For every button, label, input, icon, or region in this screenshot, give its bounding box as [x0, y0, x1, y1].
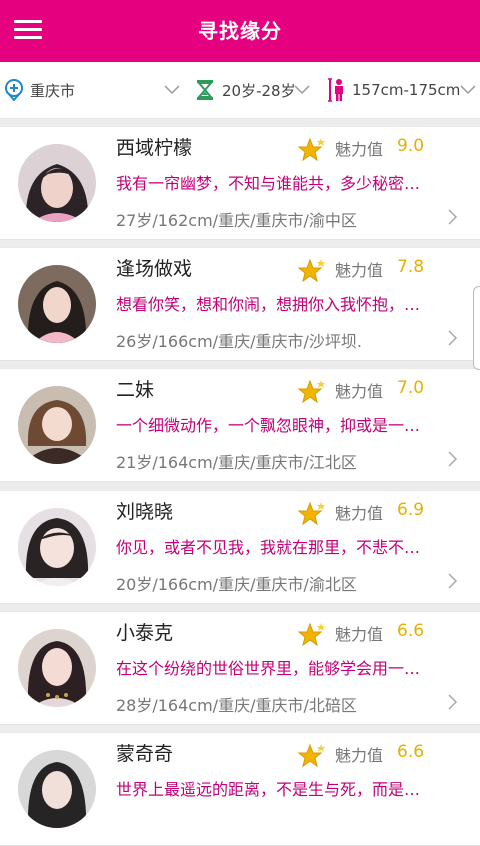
age-filter[interactable]: 20岁-28岁	[196, 62, 296, 118]
avatar	[18, 508, 96, 586]
user-card[interactable]: 刘晓晓 魅力值 6.9 你见，或者不见我，我就在那里，不悲不… 20岁/166c…	[0, 490, 480, 604]
height-person-icon	[328, 78, 343, 102]
user-name: 二妹	[116, 379, 155, 401]
charm-label: 魅力值	[335, 625, 384, 644]
height-filter-label: 157cm-175cm	[352, 81, 461, 99]
charm-label: 魅力值	[335, 382, 384, 401]
charm-value: 7.8	[397, 257, 425, 277]
age-filter-label: 20岁-28岁	[222, 81, 296, 100]
city-filter-label: 重庆市	[30, 81, 76, 100]
user-info: 27岁/162cm/重庆/重庆市/渝中区	[116, 211, 357, 230]
chevron-down-icon[interactable]	[164, 85, 180, 95]
star-icon	[297, 622, 325, 647]
charm-label: 魅力值	[335, 140, 384, 159]
page-title: 寻找缘分	[198, 19, 282, 43]
charm-value: 6.6	[397, 742, 425, 762]
avatar	[18, 386, 96, 464]
city-filter[interactable]: 重庆市	[4, 62, 75, 118]
charm-label: 魅力值	[335, 261, 384, 280]
user-card[interactable]: 蒙奇奇 魅力值 6.6 世界上最遥远的距离，不是生与死，而是…	[0, 732, 480, 846]
user-info: 26岁/166cm/重庆/重庆市/沙坪坝.	[116, 332, 362, 351]
charm-label: 魅力值	[335, 746, 384, 765]
user-name: 西域柠檬	[116, 137, 193, 159]
avatar	[18, 750, 96, 828]
charm-value: 6.9	[397, 500, 425, 520]
user-card[interactable]: 西域柠檬 魅力值 9.0 我有一帘幽梦，不知与谁能共，多少秘密… 27岁/162…	[0, 126, 480, 240]
star-icon	[297, 258, 325, 283]
user-card[interactable]: 小泰克 魅力值 6.6 在这个纷绕的世俗世界里，能够学会用一… 28岁/164c…	[0, 611, 480, 725]
user-info: 28岁/164cm/重庆/重庆市/北碚区	[116, 696, 357, 715]
avatar	[18, 144, 96, 222]
filter-bar: 重庆市 20岁-28岁 157cm-175cm	[0, 62, 480, 119]
user-motto: 一个细微动作，一个飘忽眼神，抑或是一…	[116, 416, 421, 435]
chevron-right-icon[interactable]	[448, 451, 458, 467]
chevron-right-icon[interactable]	[448, 694, 458, 710]
user-card[interactable]: 逢场做戏 魅力值 7.8 想看你笑，想和你闹，想拥你入我怀抱，… 26岁/166…	[0, 247, 480, 361]
scroll-indicator[interactable]	[473, 286, 480, 370]
charm-value: 6.6	[397, 621, 425, 641]
hourglass-icon	[196, 80, 214, 100]
chevron-down-icon[interactable]	[460, 85, 476, 95]
charm-value: 9.0	[397, 136, 425, 156]
chevron-down-icon[interactable]	[294, 85, 310, 95]
height-filter[interactable]: 157cm-175cm	[328, 62, 460, 118]
charm-label: 魅力值	[335, 504, 384, 523]
user-card[interactable]: 二妹 魅力值 7.0 一个细微动作，一个飘忽眼神，抑或是一… 21岁/164cm…	[0, 368, 480, 482]
star-icon	[297, 379, 325, 404]
star-icon	[297, 743, 325, 768]
user-info: 20岁/166cm/重庆/重庆市/渝北区	[116, 575, 357, 594]
app-header: 寻找缘分	[0, 0, 480, 62]
charm-value: 7.0	[397, 378, 425, 398]
star-icon	[297, 501, 325, 526]
chevron-right-icon[interactable]	[448, 330, 458, 346]
avatar	[18, 629, 96, 707]
user-motto: 你见，或者不见我，我就在那里，不悲不…	[116, 538, 421, 557]
user-info: 21岁/164cm/重庆/重庆市/江北区	[116, 453, 357, 472]
user-name: 蒙奇奇	[116, 743, 174, 765]
user-motto: 在这个纷绕的世俗世界里，能够学会用一…	[116, 659, 421, 678]
user-name: 刘晓晓	[116, 501, 174, 523]
user-name: 小泰克	[116, 622, 174, 644]
user-motto: 我有一帘幽梦，不知与谁能共，多少秘密…	[116, 174, 421, 193]
user-motto: 想看你笑，想和你闹，想拥你入我怀抱，…	[116, 295, 421, 314]
star-icon	[297, 137, 325, 162]
chevron-right-icon[interactable]	[448, 209, 458, 225]
user-motto: 世界上最遥远的距离，不是生与死，而是…	[116, 780, 421, 799]
chevron-right-icon[interactable]	[448, 573, 458, 589]
location-pin-icon	[5, 79, 23, 101]
avatar	[18, 265, 96, 343]
user-name: 逢场做戏	[116, 258, 193, 280]
